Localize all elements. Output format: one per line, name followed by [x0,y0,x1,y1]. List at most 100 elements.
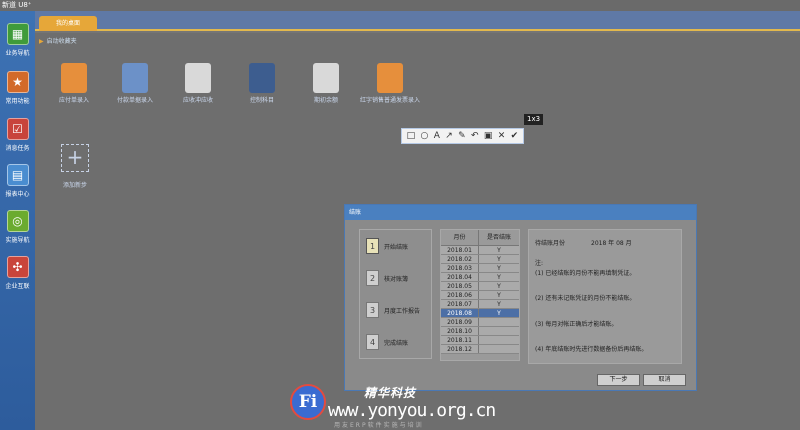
next-step-button[interactable]: 下一步 [597,374,640,386]
sidebar-item-label: 报表中心 [5,191,30,198]
capture-size-indicator: 1x3 [524,114,544,125]
people-icon [122,63,148,93]
window-titlebar: 新道 U8⁺ [0,0,800,11]
watermark-logo: Fi [290,384,326,420]
favorite-label: 期初余额 [313,97,338,104]
favorite-control-accounts[interactable]: 控制科目 [227,63,297,105]
rectangle-tool-icon[interactable]: □ [407,129,416,143]
close-tool-icon[interactable]: ✕ [498,129,506,143]
arrow-tool-icon[interactable]: ↗ [445,129,453,143]
cell-closed: Y [497,247,501,254]
sidebar: ▦ 业务导航 ★ 常用功能 ☑ 消息任务 ▤ 报表中心 ◎ 实施导航 ✣ 企业互… [0,11,35,430]
sidebar-item-business-nav[interactable]: ▦ 业务导航 [0,23,35,57]
sidebar-item-report-center[interactable]: ▤ 报表中心 [0,164,35,198]
step-finish-closing: 4 完成结账 [366,334,408,350]
save-tool-icon[interactable]: ▣ [484,129,493,143]
favorites-header[interactable]: ▶ 启动收藏夹 [39,36,77,48]
table-row[interactable]: 2018.02 Y [441,255,519,264]
step-number: 3 [366,302,379,318]
cell-month: 2018.10 [441,327,479,335]
cell-month: 2018.09 [441,318,479,326]
period-grid: 月份 是否结账 2018.01 Y 2018.02 Y 2018.03 Y 2018.… [440,229,520,361]
text-tool-icon[interactable]: A [434,129,440,143]
step-number: 4 [366,334,379,350]
table-row[interactable]: 2018.11 [441,336,519,345]
favorite-opening-balance[interactable]: 期初余额 [291,63,361,105]
confirm-tool-icon[interactable]: ✔ [511,129,519,143]
table-row[interactable]: 2018.10 [441,327,519,336]
network-icon: ✣ [6,256,29,278]
cell-month: 2018.12 [441,345,479,353]
close-steps-panel: 1 开始结账 2 核对账簿 3 月度工作报告 4 完成结账 [359,229,432,359]
tab-my-desktop[interactable]: 我的桌面 [39,16,97,31]
favorite-receivable-offset[interactable]: 应收冲应收 [163,63,233,105]
cell-closed [479,345,519,353]
table-row[interactable]: 2018.06 Y [441,291,519,300]
cell-month: 2018.06 [441,291,479,299]
table-row[interactable]: 2018.01 Y [441,246,519,255]
cell-month: 2018.05 [441,282,479,290]
favorite-label: 控制科目 [249,97,274,104]
cell-month: 2018.02 [441,255,479,263]
doc-star-icon [313,63,339,93]
table-row-selected[interactable]: 2018.08 Y [441,309,519,318]
task-icon: ☑ [6,118,29,140]
step-number: 1 [366,238,379,254]
table-row[interactable]: 2018.07 Y [441,300,519,309]
sidebar-item-label: 常用功能 [5,98,30,105]
sidebar-item-enterprise-interconnect[interactable]: ✣ 企业互联 [0,256,35,290]
table-row[interactable]: 2018.12 [441,345,519,354]
favorites-header-label: 启动收藏夹 [46,38,77,45]
star-icon: ★ [6,71,29,93]
grid-header: 月份 是否结账 [441,230,519,246]
pen-tool-icon[interactable]: ✎ [458,129,466,143]
step-monthly-report: 3 月度工作报告 [366,302,420,318]
add-favorite-button[interactable]: + [61,144,89,172]
step-label: 核对账簿 [384,275,409,283]
ledger-icon [61,63,87,93]
add-favorite-label: 添加新步 [62,182,87,189]
cell-closed: Y [497,292,501,299]
undo-tool-icon[interactable]: ↶ [471,129,479,143]
note-item: (1) 已经结账的月份不能再填制凭证。 [535,270,636,277]
sidebar-item-common-functions[interactable]: ★ 常用功能 [0,71,35,105]
cell-month: 2018.08 [441,309,479,317]
cell-closed: Y [497,256,501,263]
cell-closed [479,318,519,326]
watermark-subtext: 用友ERP软件实施与培训 [334,422,424,429]
table-row[interactable]: 2018.05 Y [441,282,519,291]
sidebar-item-message-tasks[interactable]: ☑ 消息任务 [0,118,35,152]
cell-closed: Y [497,265,501,272]
ledger-icon [377,63,403,93]
step-number: 2 [366,270,379,286]
favorite-label: 红字销售普通发票录入 [359,97,420,104]
screenshot-toolbar: □ ○ A ↗ ✎ ↶ ▣ ✕ ✔ [401,128,524,144]
cancel-button[interactable]: 取消 [643,374,686,386]
report-icon: ▤ [6,164,29,186]
favorite-payment-entry[interactable]: 付款单据录入 [100,63,170,105]
table-row[interactable]: 2018.03 Y [441,264,519,273]
favorite-red-invoice-entry[interactable]: 红字销售普通发票录入 [355,63,425,105]
notes-title: 注: [535,260,544,267]
favorite-label: 应付单录入 [58,97,89,104]
table-row[interactable]: 2018.04 Y [441,273,519,282]
sidebar-item-implementation-nav[interactable]: ◎ 实施导航 [0,210,35,244]
compass-icon: ◎ [6,210,29,232]
sidebar-item-label: 企业互联 [5,283,30,290]
cell-closed [479,327,519,335]
table-row[interactable]: 2018.09 [441,318,519,327]
step-check-books: 2 核对账簿 [366,270,408,286]
favorite-label: 应收冲应收 [182,97,213,104]
sidebar-item-label: 业务导航 [5,50,30,57]
cell-closed: Y [497,310,501,317]
column-header-closed: 是否结账 [486,234,511,241]
ellipse-tool-icon[interactable]: ○ [421,129,429,143]
cell-closed: Y [497,301,501,308]
watermark-brand: 精华科技 [364,386,417,400]
note-item: (4) 年底结账时先进行数据备份后再结账。 [535,346,648,353]
sidebar-item-label: 实施导航 [5,237,30,244]
cell-month: 2018.01 [441,246,479,254]
favorite-payable-entry[interactable]: 应付单录入 [39,63,109,105]
window-title: 新道 U8⁺ [2,1,32,9]
step-start-closing: 1 开始结账 [366,238,408,254]
